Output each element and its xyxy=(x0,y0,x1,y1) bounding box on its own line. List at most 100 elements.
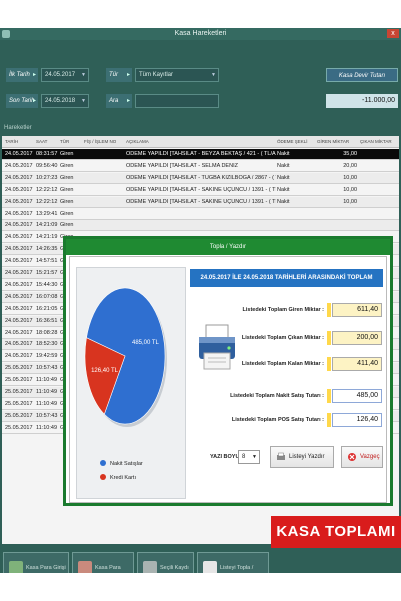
legend-swatch xyxy=(100,460,106,466)
cell-tarih: 24.05.2017 xyxy=(5,305,33,312)
cell-tur: Giren xyxy=(60,186,74,193)
cell-giren: 35,00 xyxy=(343,151,357,157)
table-header: TARİH SAAT TÜR FİŞ / İŞLEM NO AÇIKLAMA Ö… xyxy=(2,136,399,148)
kasa-para-girisi-button[interactable]: Kasa Para Girişi xyxy=(3,552,69,573)
printer-icon xyxy=(199,324,235,370)
cell-saat: 11:10:49 xyxy=(36,424,58,431)
cell-tur: Giren xyxy=(60,222,74,229)
cell-tarih: 24.05.2017 xyxy=(5,270,33,276)
delete-icon xyxy=(143,561,157,573)
cell-giren: 10,00 xyxy=(343,198,357,205)
field-marker xyxy=(327,389,331,403)
toplam-cikan-value: 200,00 xyxy=(332,331,382,345)
cell-giren: 10,00 xyxy=(343,174,357,181)
col-tarih[interactable]: TARİH xyxy=(5,139,18,144)
toplam-kalan-label: Listedeki Toplam Kalan Miktar : xyxy=(241,361,324,367)
kasa-para-cikisi-button[interactable]: Kasa Para Çıkışı xyxy=(72,552,134,573)
ara-input[interactable] xyxy=(135,94,219,108)
cell-tarih: 24.05.2017 xyxy=(5,210,33,217)
table-row[interactable]: 24.05.2017 08:31:57 Giren ÖDEME YAPILDI [TA… xyxy=(2,149,399,160)
kasa-devir-button[interactable]: Kasa Devir Tutarı xyxy=(326,68,398,82)
col-fis[interactable]: FİŞ / İŞLEM NO xyxy=(84,139,116,144)
cell-saat: 16:07:08 xyxy=(36,293,58,300)
cell-aciklama: ÖDEME YAPILDI [TAHSİLAT - SAKİNE ÜÇÜNCÜ … xyxy=(126,186,276,193)
pie-chart-panel: 485,00 TL 126,40 TL Nakit Satışlar Kredi Ka… xyxy=(76,267,186,499)
toplam-kalan-value: 411,40 xyxy=(332,357,382,371)
cell-tarih: 24.05.2017 xyxy=(5,222,33,229)
table-row[interactable]: 24.05.2017 13:29:41 Giren xyxy=(2,209,399,220)
cell-tarih: 24.05.2017 xyxy=(5,246,33,253)
cell-tarih: 24.05.2017 xyxy=(5,186,33,193)
cell-saat: 10:27:23 xyxy=(36,174,58,181)
cell-tarih: 24.05.2017 xyxy=(5,162,33,169)
legend-swatch xyxy=(100,474,106,480)
field-marker xyxy=(327,303,331,317)
money-in-icon xyxy=(9,561,23,573)
cell-aciklama: ÖDEME YAPILDI [TAHSİLAT - SAKİNE ÜÇÜNCÜ … xyxy=(126,198,276,205)
cell-tur: Giren xyxy=(60,198,74,205)
cell-odeme: Nakit xyxy=(277,151,290,157)
print-small-icon xyxy=(277,452,285,460)
col-tur[interactable]: TÜR xyxy=(60,139,69,144)
table-row[interactable]: 24.05.2017 10:27:23 Giren ÖDEME YAPILDI [TA… xyxy=(2,172,399,184)
cell-tarih: 24.05.2017 xyxy=(5,317,33,324)
cell-tarih: 24.05.2017 xyxy=(5,329,33,336)
cell-odeme: Nakit xyxy=(277,198,290,205)
cell-saat: 09:56:40 xyxy=(36,162,58,169)
table-row[interactable]: 24.05.2017 12:22:12 Giren ÖDEME YAPILDI [TA… xyxy=(2,196,399,208)
yazi-boyutu-select[interactable]: 8 ▼ xyxy=(238,450,260,464)
cell-tur: Giren xyxy=(60,151,74,157)
cell-tarih: 25.05.2017 xyxy=(5,400,33,407)
table-row[interactable]: 24.05.2017 14:21:09 Giren xyxy=(2,220,399,232)
date-range-banner: 24.05.2017 İLE 24.05.2018 TARİHLERİ ARAS… xyxy=(190,269,383,299)
cell-aciklama: ÖDEME YAPILDI [TAHSİLAT - TUĞBA KIZILBOG… xyxy=(126,174,276,181)
toplam-giren-label: Listedeki Toplam Giren Miktar : xyxy=(242,307,325,313)
son-tarih-input[interactable]: 24.05.2018 ▼ xyxy=(41,94,89,108)
cell-saat: 14:26:35 xyxy=(36,246,58,253)
table-row[interactable]: 24.05.2017 09:56:40 Giren ÖDEME YAPILDI [TA… xyxy=(2,161,399,172)
cell-aciklama: ÖDEME YAPILDI [TAHSİLAT - BEYZA BEKTAŞ /… xyxy=(126,151,276,157)
col-saat[interactable]: SAAT xyxy=(36,139,47,144)
kasa-toplami-banner: KASA TOPLAMI xyxy=(271,516,401,548)
cell-tarih: 25.05.2017 xyxy=(5,412,33,419)
cell-saat: 15:44:30 xyxy=(36,281,58,288)
listeyi-yazdir-button[interactable]: Listeyi Yazdır xyxy=(270,446,334,468)
pie-chart: 485,00 TL 126,40 TL Nakit Satışlar Kredi Ka… xyxy=(84,287,167,481)
cell-giren: 10,00 xyxy=(343,186,357,193)
listeyi-topla-yazdir-button[interactable]: Listeyi Topla / Yazdır xyxy=(197,552,269,573)
cell-odeme: Nakit xyxy=(277,162,290,169)
vazgec-button[interactable]: Vazgeç xyxy=(341,446,383,468)
legend-label: Kredi Kartı xyxy=(110,475,136,481)
cell-saat: 11:10:49 xyxy=(36,377,58,384)
cell-saat: 11:10:49 xyxy=(36,389,58,395)
cell-saat: 08:31:57 xyxy=(36,151,58,157)
tur-select[interactable]: Tüm Kayıtlar ▼ xyxy=(135,68,219,82)
cell-saat: 10:57:43 xyxy=(36,365,58,372)
money-out-icon xyxy=(78,561,92,573)
cell-tarih: 25.05.2017 xyxy=(5,424,33,431)
cell-aciklama: ÖDEME YAPILDI [TAHSİLAT - SELMA DENİZ xyxy=(126,162,238,169)
col-aciklama[interactable]: AÇIKLAMA xyxy=(126,139,149,144)
close-button[interactable]: x xyxy=(387,29,399,38)
table-row[interactable]: 24.05.2017 12:22:12 Giren ÖDEME YAPILDI [TA… xyxy=(2,185,399,196)
cell-saat: 19:42:59 xyxy=(36,353,58,360)
kasa-devir-value: -11.000,00 xyxy=(326,94,398,108)
col-cikan[interactable]: ÇIKAN MİKTAR xyxy=(360,139,392,144)
hareketler-group-label: Hareketler xyxy=(4,125,32,131)
cell-tarih: 25.05.2017 xyxy=(5,365,33,372)
toplam-pos-label: Listedeki Toplam POS Satış Tutarı : xyxy=(231,417,324,423)
col-giren[interactable]: GİREN MİKTAR xyxy=(317,139,349,144)
toplam-nakit-label: Listedeki Toplam Nakit Satış Tutarı : xyxy=(230,393,324,399)
cell-saat: 12:22:12 xyxy=(36,198,58,205)
cell-odeme: Nakit xyxy=(277,186,290,193)
cell-saat: 13:29:41 xyxy=(36,210,58,217)
cell-saat: 10:57:43 xyxy=(36,412,58,419)
cell-tarih: 24.05.2017 xyxy=(5,234,33,241)
col-odeme[interactable]: ÖDEME ŞEKLİ xyxy=(277,139,308,144)
toplam-cikan-label: Listedeki Toplam Çıkan Miktar : xyxy=(241,335,324,341)
ilk-tarih-input[interactable]: 24.05.2017 ▼ xyxy=(41,68,89,82)
secili-kaydi-sil-button[interactable]: Seçili Kaydı Sil xyxy=(137,552,194,573)
cell-tarih: 24.05.2017 xyxy=(5,293,33,300)
cell-tarih: 25.05.2017 xyxy=(5,389,33,395)
cell-tur: Giren xyxy=(60,210,74,217)
